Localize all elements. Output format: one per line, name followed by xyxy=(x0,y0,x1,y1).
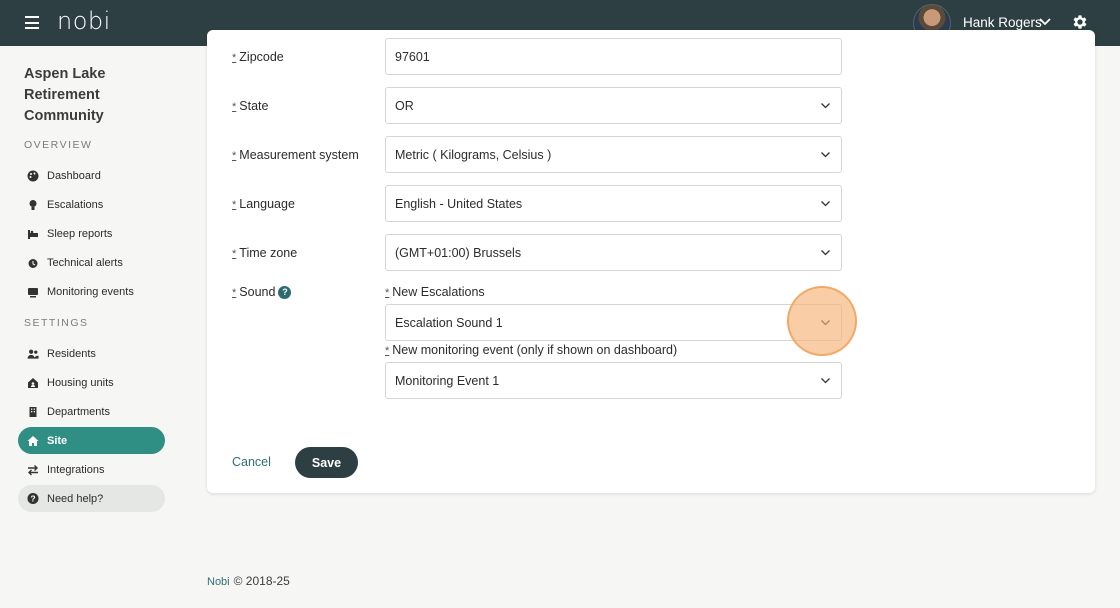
home-icon xyxy=(27,435,39,447)
sidebar-item-housing-units[interactable]: Housing units xyxy=(18,369,165,396)
zipcode-input[interactable]: 97601 xyxy=(385,38,842,75)
state-select[interactable]: OR xyxy=(385,87,842,124)
house-user-icon xyxy=(27,377,39,389)
zipcode-label: * Zipcode xyxy=(232,50,284,64)
monitor-icon xyxy=(27,286,39,298)
sidebar-item-label: Housing units xyxy=(47,376,114,389)
new-monitoring-event-label: * New monitoring event (only if shown on … xyxy=(385,343,678,357)
svg-text:?: ? xyxy=(30,494,35,504)
sidebar: Aspen Lake Retirement Community OVERVIEW… xyxy=(0,46,182,608)
state-label: * State xyxy=(232,99,269,113)
chevron-down-icon xyxy=(821,250,830,256)
sidebar-item-integrations[interactable]: Integrations xyxy=(18,456,165,483)
footer-copyright: © 2018-25 xyxy=(233,574,290,588)
users-icon xyxy=(27,348,39,360)
building-icon xyxy=(27,406,39,418)
sidebar-item-dashboard[interactable]: Dashboard xyxy=(18,162,165,189)
sidebar-item-label: Sleep reports xyxy=(47,227,113,240)
sidebar-item-label: Escalations xyxy=(47,198,104,211)
menu-icon[interactable] xyxy=(25,16,39,29)
chevron-down-icon xyxy=(821,320,830,326)
chevron-down-icon xyxy=(821,103,830,109)
help-icon[interactable]: ? xyxy=(278,285,292,299)
user-name[interactable]: Hank Rogers xyxy=(963,15,1042,30)
sidebar-item-site[interactable]: Site xyxy=(18,427,165,454)
save-button[interactable]: Save xyxy=(295,447,358,478)
gear-icon[interactable] xyxy=(1071,13,1089,31)
cancel-button[interactable]: Cancel xyxy=(232,455,271,469)
sidebar-item-sleep-reports[interactable]: Sleep reports xyxy=(18,220,165,247)
sidebar-item-residents[interactable]: Residents xyxy=(18,340,165,367)
palette-icon xyxy=(27,170,39,182)
section-label-overview: OVERVIEW xyxy=(24,139,93,151)
sidebar-item-label: Integrations xyxy=(47,463,105,476)
lightbulb-icon xyxy=(27,199,39,211)
alarm-icon xyxy=(27,257,39,269)
measurement-system-label: * Measurement system xyxy=(232,148,359,162)
sidebar-item-label: Dashboard xyxy=(47,169,101,182)
sidebar-item-technical-alerts[interactable]: Technical alerts xyxy=(18,249,165,276)
sidebar-item-label: Site xyxy=(47,434,68,447)
sidebar-item-escalations[interactable]: Escalations xyxy=(18,191,165,218)
site-name: Aspen Lake Retirement Community xyxy=(24,66,106,124)
chevron-down-icon xyxy=(821,378,830,384)
measurement-system-select[interactable]: Metric ( Kilograms, Celsius ) xyxy=(385,136,842,173)
time-zone-select[interactable]: (GMT+01:00) Brussels xyxy=(385,234,842,271)
sidebar-item-label: Departments xyxy=(47,405,110,418)
logo[interactable]: nobi xyxy=(57,7,111,35)
monitoring-event-sound-select[interactable]: Monitoring Event 1 xyxy=(385,362,842,399)
escalation-sound-select[interactable]: Escalation Sound 1 xyxy=(385,304,842,341)
chevron-down-icon xyxy=(821,152,830,158)
question-icon: ? xyxy=(27,492,39,505)
section-label-settings: SETTINGS xyxy=(24,317,89,329)
sound-label: * Sound? xyxy=(232,285,292,299)
sidebar-item-label: Technical alerts xyxy=(47,256,123,269)
sidebar-item-monitoring-events[interactable]: Monitoring events xyxy=(18,278,165,305)
arrows-icon xyxy=(27,464,39,476)
new-escalations-label: * New Escalations xyxy=(385,285,485,299)
need-help-button[interactable]: ? Need help? xyxy=(18,485,165,512)
language-label: * Language xyxy=(232,197,295,211)
time-zone-label: * Time zone xyxy=(232,246,298,260)
chevron-down-icon xyxy=(821,201,830,207)
bed-icon xyxy=(27,228,39,240)
language-select[interactable]: English - United States xyxy=(385,185,842,222)
chevron-down-icon[interactable] xyxy=(1038,16,1052,28)
footer: Nobi © 2018-25 xyxy=(207,574,290,588)
sidebar-item-label: Residents xyxy=(47,347,96,360)
sidebar-item-departments[interactable]: Departments xyxy=(18,398,165,425)
footer-brand-link[interactable]: Nobi xyxy=(207,576,230,588)
sidebar-item-label: Monitoring events xyxy=(47,285,134,298)
need-help-label: Need help? xyxy=(47,492,104,505)
